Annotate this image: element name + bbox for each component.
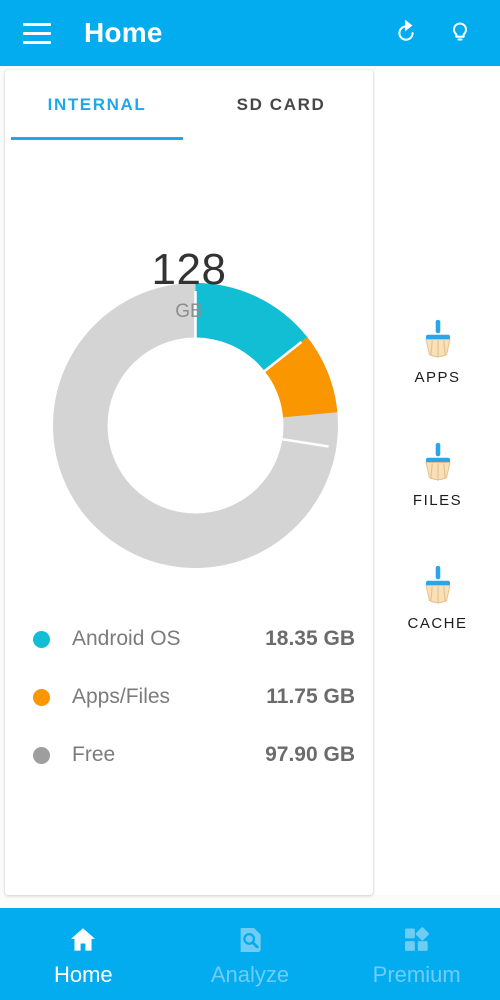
legend-value: 97.90 GB [265, 743, 355, 766]
legend-label: Apps/Files [72, 685, 171, 708]
tab-internal-label: INTERNAL [47, 95, 147, 114]
clean-cache-button[interactable]: CACHE [375, 562, 500, 632]
nav-item-analyze[interactable]: Analyze [167, 908, 334, 1000]
app-root: Home INTERNAL SD CARD 128 GB Android OS … [0, 0, 500, 1000]
home-icon [71, 928, 96, 951]
tab-sd-card[interactable]: SD CARD [189, 70, 373, 140]
premium-blocks-icon [404, 927, 429, 951]
legend-label: Android OS [72, 627, 181, 650]
tab-internal[interactable]: INTERNAL [5, 70, 189, 140]
storage-tabs: INTERNAL SD CARD [5, 70, 373, 140]
nav-item-analyze-label: Analyze [210, 962, 290, 987]
clean-apps-button[interactable]: APPS [375, 316, 500, 386]
clean-cache-label: CACHE [407, 615, 468, 632]
nav-item-home-label: Home [53, 962, 113, 987]
quick-actions-panel: APPS FILES CACHE [375, 70, 500, 895]
donut-chart-svg [53, 283, 338, 568]
clean-apps-label: APPS [414, 369, 461, 386]
page-title: Home [84, 17, 163, 48]
legend-color-dot [33, 688, 50, 706]
app-bar-actions [384, 11, 500, 55]
storage-card: INTERNAL SD CARD 128 GB Android OS 18.35… [5, 70, 373, 895]
broom-icon [424, 442, 451, 481]
content-area: INTERNAL SD CARD 128 GB Android OS 18.35… [0, 66, 500, 908]
storage-legend: Android OS 18.35 GB Apps/Files 11.75 GB … [5, 610, 373, 784]
clean-files-label: FILES [412, 492, 463, 509]
legend-color-dot [33, 746, 50, 764]
nav-item-premium-label: Premium [372, 962, 461, 987]
hamburger-menu-icon[interactable] [14, 10, 60, 56]
nav-item-home[interactable]: Home [0, 908, 167, 1000]
clean-files-button[interactable]: FILES [375, 439, 500, 509]
legend-row-free: Free 97.90 GB [5, 726, 373, 784]
legend-value: 18.35 GB [265, 627, 355, 650]
top-app-bar: Home [0, 0, 500, 66]
legend-value: 11.75 GB [266, 685, 355, 708]
storage-donut-chart[interactable]: 128 GB [5, 140, 373, 568]
legend-color-dot [33, 630, 50, 648]
hamburger-bar [23, 22, 51, 26]
donut-hole [107, 337, 284, 514]
legend-row-apps-files: Apps/Files 11.75 GB [5, 668, 373, 726]
lightbulb-icon[interactable] [438, 11, 482, 55]
hamburger-bar [23, 31, 51, 35]
broom-icon [424, 319, 451, 358]
tab-sd-card-label: SD CARD [236, 95, 326, 114]
nav-item-premium[interactable]: Premium [333, 908, 500, 1000]
bottom-navigation: Home Analyze Premium [0, 908, 500, 1000]
refresh-icon[interactable] [384, 11, 428, 55]
hamburger-bar [23, 40, 51, 44]
document-search-icon [240, 928, 261, 952]
legend-label: Free [72, 743, 116, 766]
legend-row-android-os: Android OS 18.35 GB [5, 610, 373, 668]
broom-icon [424, 565, 451, 604]
